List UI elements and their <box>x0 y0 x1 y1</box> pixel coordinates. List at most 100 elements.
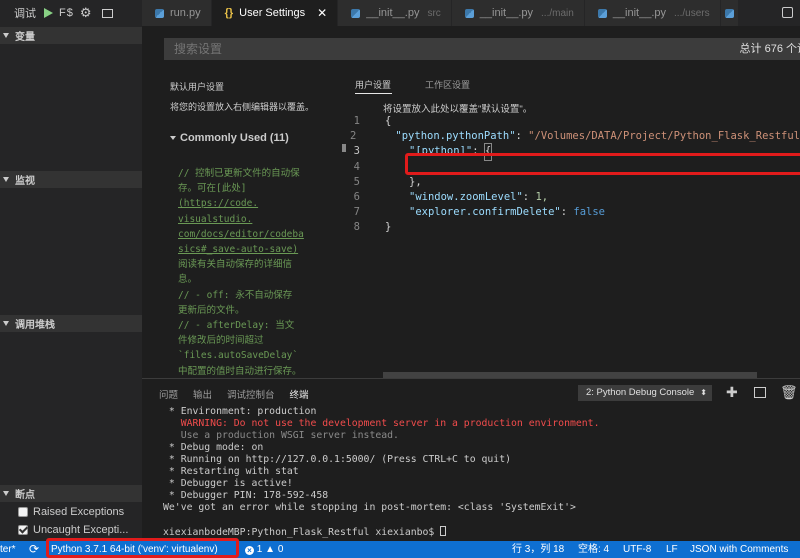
chevron-down-icon <box>3 491 9 496</box>
terminal-prompt-line[interactable]: xiexianbodeMBP:Python_Flask_Restful xiex… <box>163 526 800 538</box>
tab-init-src[interactable]: __init__.py src <box>338 0 452 26</box>
code-line[interactable]: 7 "explorer.confirmDelete": false <box>350 205 800 220</box>
gear-icon[interactable]: ⚙ <box>80 5 92 21</box>
settings-search-box: 总计 676 个设 <box>164 38 800 60</box>
bottom-panel: 问题 输出 调试控制台 终端 2: Python Debug Console ⬍… <box>142 378 800 541</box>
comment-link[interactable]: sics#_save-auto-save) <box>178 242 318 257</box>
commonly-used-group[interactable]: Commonly Used (11) <box>170 132 289 144</box>
callstack-section-header[interactable]: 调用堆栈 <box>0 315 142 332</box>
end-of-line[interactable]: LF <box>666 541 678 558</box>
default-settings-title: 默认用户设置 <box>170 82 225 92</box>
comment-line: // 控制已更新文件的自动保 <box>178 168 300 179</box>
close-icon[interactable]: ✕ <box>317 6 327 20</box>
python-path-highlight <box>405 153 800 175</box>
python-file-icon <box>724 8 734 18</box>
python-file-icon <box>155 8 164 18</box>
code-line[interactable]: 5 }, <box>350 175 800 190</box>
tab-overflow[interactable] <box>720 0 739 26</box>
callstack-title: 调用堆栈 <box>15 320 55 331</box>
breakpoint-raised-exceptions[interactable]: Raised Exceptions <box>18 506 124 518</box>
default-settings-description: 将您的设置放入右侧编辑器以覆盖。 <box>170 102 315 112</box>
chevron-updown-icon: ⬍ <box>700 388 707 397</box>
terminal-line: Use a production WSGI server instead. <box>163 430 399 441</box>
warning-icon: ▲ <box>265 544 276 555</box>
status-left-label[interactable]: ter* <box>0 541 16 558</box>
terminal-line: * Restarting with stat <box>163 466 299 477</box>
indentation[interactable]: 空格: 4 <box>578 541 609 558</box>
split-terminal-icon[interactable] <box>754 387 766 398</box>
comment-line: // - afterDelay: 当文 <box>178 320 295 332</box>
code-line[interactable]: 1 { <box>350 114 800 129</box>
cursor-position[interactable]: 行 3，列 18 <box>512 541 564 558</box>
tab-output[interactable]: 输出 <box>193 387 212 401</box>
comment-line: // - off: 永不自动保存 <box>178 289 293 301</box>
default-settings-pane: 默认用户设置 将您的设置放入右侧编辑器以覆盖。 Commonly Used (1… <box>164 70 346 378</box>
chevron-down-icon <box>3 33 9 38</box>
watch-section-header[interactable]: 监视 <box>0 171 142 188</box>
scrollbar-thumb[interactable] <box>342 144 346 152</box>
debug-config-select[interactable]: F$ <box>59 7 74 19</box>
terminal-line: * Environment: production <box>163 406 317 417</box>
settings-count-badge: 总计 676 个设 <box>733 41 800 57</box>
sync-icon[interactable]: ⟳ <box>29 541 39 558</box>
chevron-down-icon <box>170 136 176 140</box>
user-settings-pane: 用户设置 工作区设置 将设置放入此处以覆盖"默认设置"。 1 { 2 "pyth… <box>350 70 800 378</box>
code-line[interactable]: 8 } <box>350 220 800 235</box>
debug-toolbar: 调试 F$ ⚙ <box>0 0 142 26</box>
trash-icon[interactable]: 🗑 <box>780 385 798 399</box>
comment-line: 阅读有关自动保存的详细信 <box>178 259 293 271</box>
code-line[interactable]: 2 "python.pythonPath": "/Volumes/DATA/Pr… <box>350 129 800 144</box>
debug-sidebar: 调试 F$ ⚙ 变量 监视 调用堆栈 断点 Raised Exceptions … <box>0 0 142 541</box>
tab-workspace-settings-scope[interactable]: 工作区设置 <box>425 78 470 91</box>
tab-init-users[interactable]: __init__.py .../users <box>584 0 721 26</box>
start-debugging-icon[interactable] <box>44 8 53 18</box>
tab-run-py[interactable]: run.py <box>142 0 212 26</box>
python-file-icon <box>464 8 474 18</box>
settings-editor: 总计 676 个设 默认用户设置 将您的设置放入右侧编辑器以覆盖。 Common… <box>142 26 800 378</box>
active-tab-indicator <box>355 93 392 94</box>
terminal-select[interactable]: 2: Python Debug Console ⬍ <box>578 385 712 401</box>
split-editor-icon[interactable] <box>782 7 793 18</box>
breakpoints-title: 断点 <box>15 490 35 501</box>
terminal-line: * Running on http://127.0.0.1:5000/ (Pre… <box>163 454 511 465</box>
breakpoints-section-header[interactable]: 断点 <box>0 485 142 502</box>
problems-indicator[interactable]: × 1 ▲ 0 <box>245 541 283 558</box>
breakpoint-uncaught-exceptions[interactable]: Uncaught Excepti... <box>18 524 128 536</box>
tab-terminal[interactable]: 终端 <box>290 387 309 401</box>
code-line[interactable]: 6 "window.zoomLevel": 1, <box>350 190 800 205</box>
checkbox[interactable] <box>18 507 28 517</box>
add-terminal-icon[interactable]: ✚ <box>726 385 738 399</box>
comment-link[interactable]: (https://code. <box>178 196 318 211</box>
tab-user-settings[interactable]: {} User Settings ✕ <box>211 0 339 26</box>
comment-line: 更新后的文件。 <box>178 304 245 316</box>
tab-problems[interactable]: 问题 <box>159 387 178 401</box>
terminal-line: * Debugger is active! <box>163 478 293 489</box>
terminal-cursor <box>440 526 447 536</box>
interpreter-highlight <box>46 538 239 558</box>
terminal-line: WARNING: Do not use the development serv… <box>163 418 600 429</box>
comment-line: 件修改后的时间超过 <box>178 335 264 347</box>
variables-section-header[interactable]: 变量 <box>0 27 142 44</box>
watch-title: 监视 <box>15 176 35 187</box>
language-mode[interactable]: JSON with Comments <box>690 541 788 558</box>
comment-line: 存。可在[此处] <box>178 183 247 195</box>
editor-tab-bar: run.py {} User Settings ✕ __init__.py sr… <box>142 0 800 26</box>
user-settings-description: 将设置放入此处以覆盖"默认设置"。 <box>383 104 533 115</box>
comment-link[interactable]: visualstudio. <box>178 212 318 227</box>
tab-debug-console[interactable]: 调试控制台 <box>227 387 275 401</box>
debug-console-icon[interactable] <box>101 8 113 18</box>
chevron-down-icon <box>3 177 9 182</box>
terminal-output[interactable]: * Environment: production WARNING: Do no… <box>163 406 800 538</box>
comment-line: 中配置的值时自动进行保存。 <box>178 365 302 377</box>
comment-line: 息。 <box>178 274 198 286</box>
checkbox-checked[interactable] <box>18 525 28 535</box>
debug-label: 调试 <box>14 8 36 20</box>
tab-user-settings-scope[interactable]: 用户设置 <box>355 78 391 91</box>
json-braces-icon: {} <box>224 7 234 19</box>
terminal-line: We've got an error while stopping in pos… <box>163 502 576 513</box>
encoding[interactable]: UTF-8 <box>623 541 651 558</box>
comment-link[interactable]: com/docs/editor/codeba <box>178 227 318 242</box>
settings-search-input[interactable] <box>164 38 684 60</box>
terminal-line: * Debugger PIN: 178-592-458 <box>163 490 329 501</box>
tab-init-main[interactable]: __init__.py .../main <box>451 0 585 26</box>
